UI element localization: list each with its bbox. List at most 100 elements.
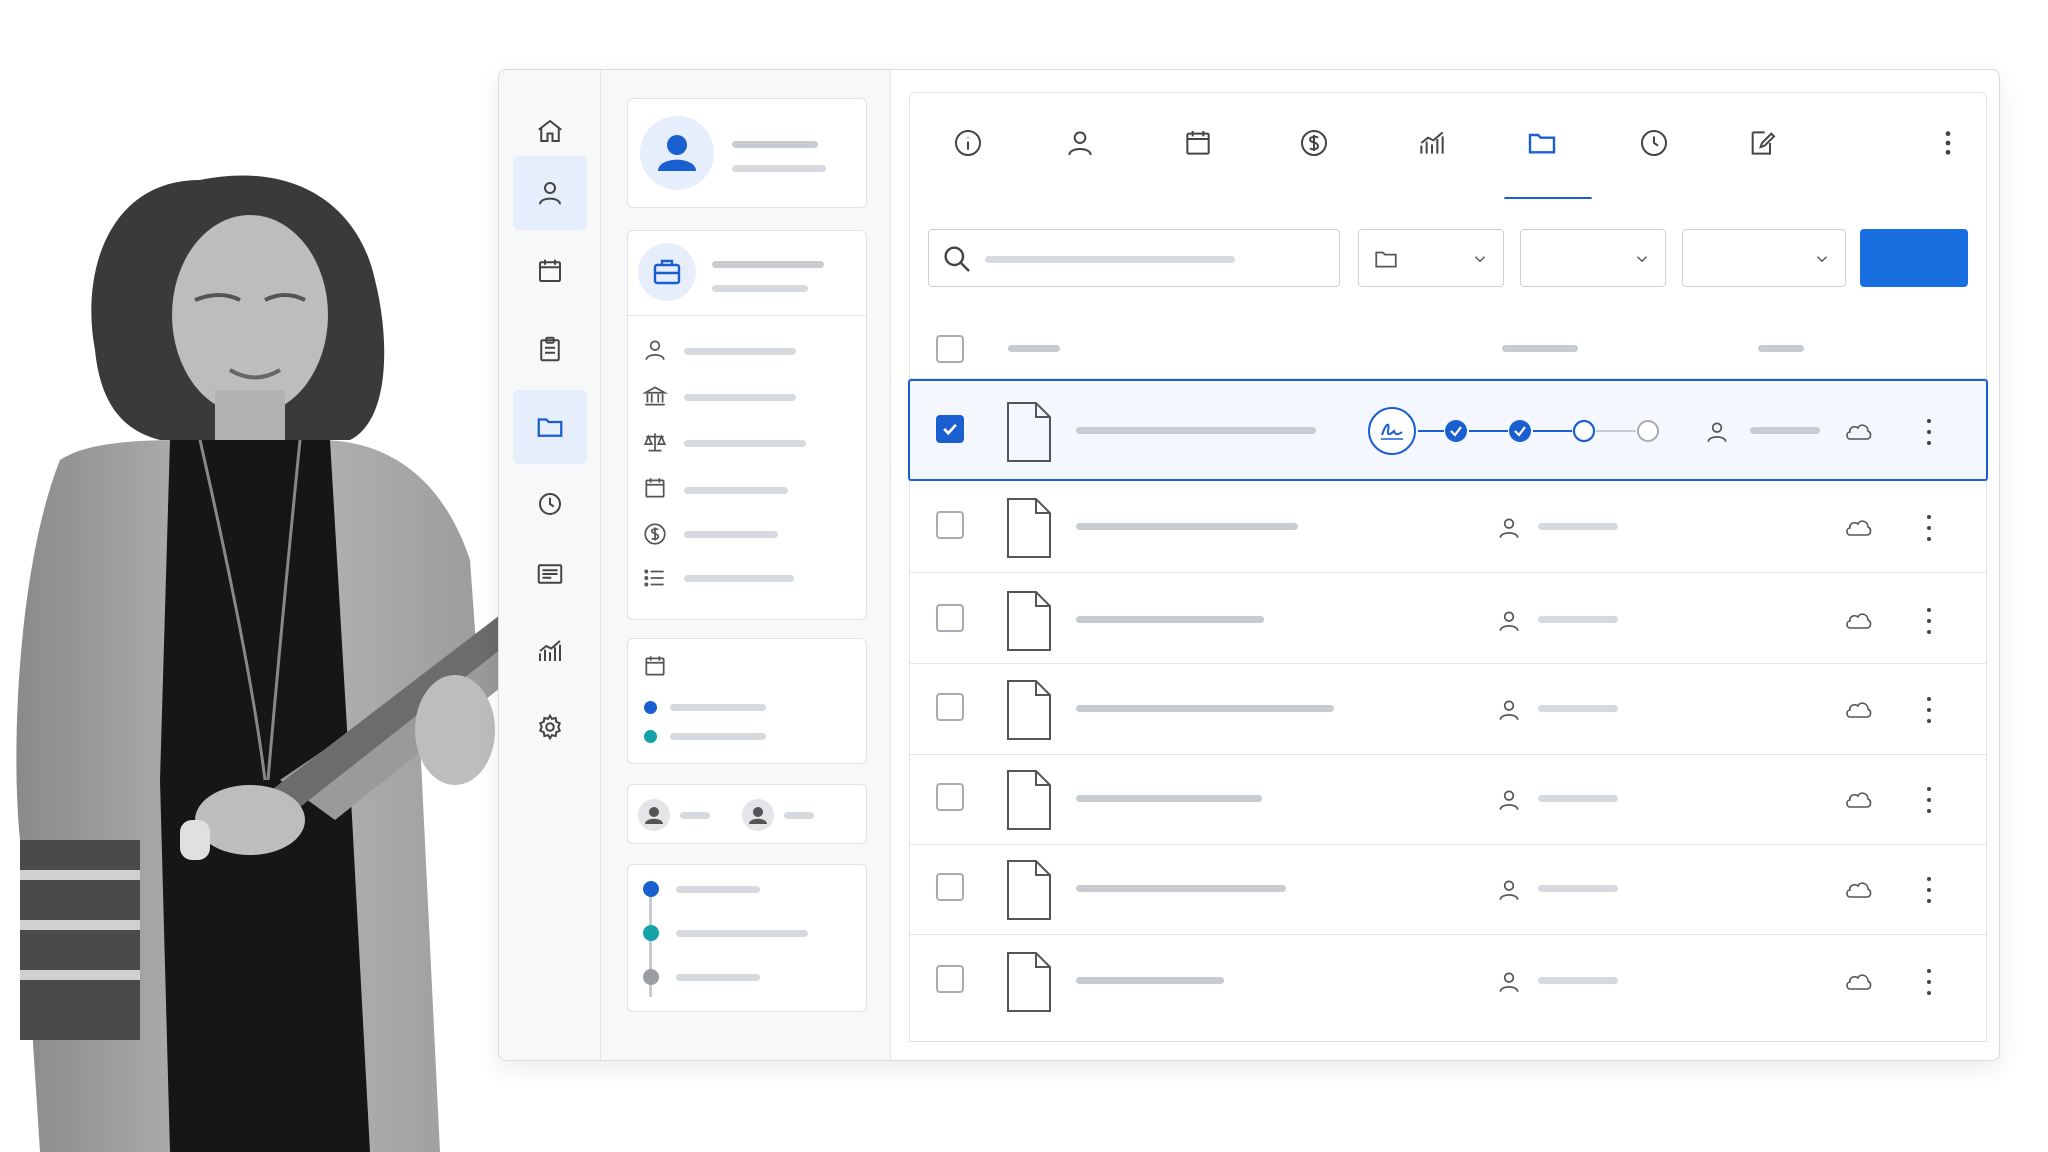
table-row[interactable] <box>910 483 1986 573</box>
cloud-icon <box>1846 882 1872 898</box>
tab-calendar[interactable] <box>1170 115 1226 171</box>
user-icon <box>640 116 714 190</box>
tab-info[interactable] <box>940 115 996 171</box>
nav-settings[interactable] <box>513 690 587 764</box>
table-row[interactable] <box>908 379 1988 481</box>
table-row[interactable] <box>910 935 1986 1025</box>
sort-filter-select[interactable] <box>1682 229 1846 287</box>
folder-icon <box>537 418 563 437</box>
primary-action-button[interactable] <box>1860 229 1968 287</box>
document-icon <box>1007 402 1051 462</box>
row-checkbox[interactable] <box>936 604 964 632</box>
cloud-icon <box>1846 520 1872 536</box>
user-icon <box>645 340 665 361</box>
app-window <box>498 69 2000 1061</box>
chart-icon <box>539 640 561 661</box>
signature-workflow-progress <box>1368 407 1659 455</box>
document-icon <box>1007 591 1051 651</box>
calendar-icon <box>1186 131 1210 155</box>
select-all-checkbox[interactable] <box>936 335 964 363</box>
nav-contacts[interactable] <box>513 156 587 230</box>
chevron-down-icon <box>1636 256 1648 263</box>
more-vertical-icon[interactable] <box>1924 417 1934 447</box>
calendar-icon <box>645 478 665 498</box>
detail-panel <box>601 70 891 1060</box>
list-icon <box>537 564 563 584</box>
marketing-scene <box>0 0 2048 1152</box>
gear-icon <box>538 713 562 741</box>
user-icon <box>1499 790 1519 811</box>
folder-icon <box>1528 133 1556 154</box>
home-icon <box>538 119 562 142</box>
folder-icon <box>1375 251 1397 268</box>
tab-billing[interactable] <box>1286 115 1342 171</box>
clipboard-icon <box>540 336 560 362</box>
row-checkbox[interactable] <box>936 965 964 993</box>
more-vertical-icon[interactable] <box>1924 513 1934 543</box>
tab-time[interactable] <box>1626 115 1682 171</box>
events-card[interactable] <box>627 638 867 764</box>
briefcase-icon <box>638 243 696 301</box>
more-vertical-icon[interactable] <box>1924 606 1934 636</box>
search-input[interactable] <box>928 229 1340 287</box>
table-row[interactable] <box>910 665 1986 755</box>
avatar <box>638 799 670 831</box>
user-icon <box>1499 880 1519 901</box>
info-icon <box>955 130 981 156</box>
tab-reports[interactable] <box>1404 115 1460 171</box>
row-checkbox[interactable] <box>936 415 964 443</box>
nav-tasks[interactable] <box>513 312 587 386</box>
nav-calendar[interactable] <box>513 234 587 308</box>
document-icon <box>1007 860 1051 920</box>
row-checkbox[interactable] <box>936 873 964 901</box>
nav-documents[interactable] <box>513 390 587 464</box>
documents-area <box>908 92 1988 1042</box>
table-row[interactable] <box>910 574 1986 664</box>
type-filter-select[interactable] <box>1520 229 1666 287</box>
calendar-icon <box>645 656 665 676</box>
search-icon <box>944 246 970 272</box>
tab-documents[interactable] <box>1514 115 1570 171</box>
nav-rail <box>499 70 601 1060</box>
more-vertical-icon[interactable] <box>1924 785 1934 815</box>
tab-bar <box>909 92 1987 201</box>
tab-more[interactable] <box>1920 115 1976 171</box>
row-checkbox[interactable] <box>936 511 964 539</box>
user-icon <box>1499 700 1519 721</box>
cloud-icon <box>1846 424 1872 440</box>
more-vertical-icon[interactable] <box>1924 967 1934 997</box>
matter-card <box>627 230 867 620</box>
folder-filter-select[interactable] <box>1358 229 1504 287</box>
row-checkbox[interactable] <box>936 783 964 811</box>
clock-icon <box>1641 130 1667 156</box>
profile-card[interactable] <box>627 98 867 208</box>
nav-reports[interactable] <box>513 614 587 688</box>
nav-time[interactable] <box>513 467 587 541</box>
document-icon <box>1007 680 1051 740</box>
tab-contacts[interactable] <box>1052 115 1108 171</box>
user-icon <box>1707 422 1727 443</box>
scale-icon <box>643 433 667 452</box>
tab-notes[interactable] <box>1734 115 1790 171</box>
user-icon <box>539 182 561 205</box>
user-icon <box>1068 131 1092 156</box>
list-icon <box>644 569 664 587</box>
team-card[interactable] <box>627 784 867 844</box>
nav-notes[interactable] <box>513 537 587 611</box>
chevron-down-icon <box>1474 256 1486 263</box>
row-checkbox[interactable] <box>936 693 964 721</box>
edit-icon <box>1751 131 1776 155</box>
person-with-tablet-illustration <box>16 175 560 1152</box>
user-icon <box>1499 611 1519 632</box>
table-row[interactable] <box>910 845 1986 935</box>
more-vertical-icon[interactable] <box>1924 875 1934 905</box>
document-icon <box>1007 952 1051 1012</box>
dollar-icon <box>1301 130 1327 156</box>
more-vertical-icon[interactable] <box>1924 695 1934 725</box>
more-vertical-icon <box>1945 131 1951 155</box>
cloud-icon <box>1846 702 1872 718</box>
table-header <box>910 317 1986 379</box>
table-row[interactable] <box>910 755 1986 845</box>
timeline-card <box>627 864 867 1012</box>
cloud-icon <box>1846 792 1872 808</box>
